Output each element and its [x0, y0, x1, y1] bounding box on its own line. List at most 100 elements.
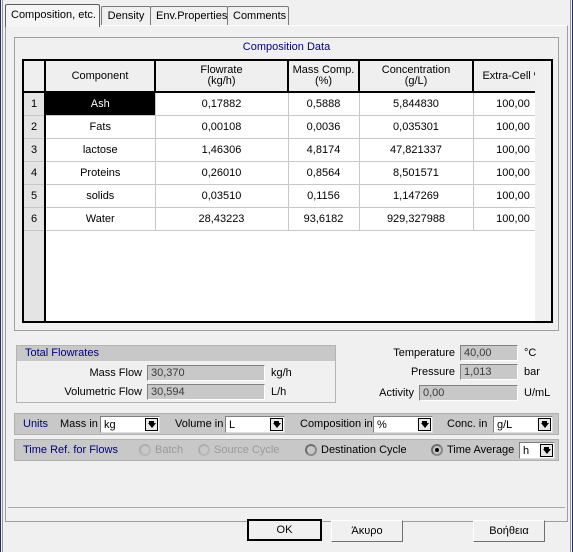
units-bar: Units Mass in kg Volume in L Composition… — [14, 413, 559, 435]
chevron-down-icon[interactable] — [418, 418, 431, 431]
tab-env-properties[interactable]: Env.Properties — [150, 6, 228, 26]
temperature-row: Temperature 40,00 °C — [370, 345, 560, 361]
cell-empty[interactable] — [288, 276, 359, 299]
cell-mass-comp[interactable]: 0,8564 — [288, 161, 360, 185]
cell-empty[interactable] — [359, 253, 473, 276]
composition-table: Component Flowrate (kg/h) Mass Comp. (%)… — [24, 61, 551, 321]
table-row[interactable]: 5 solids 0,03510 0,1156 1,147269 100,00 — [24, 184, 551, 208]
row-number[interactable]: 4 — [24, 161, 46, 185]
chevron-down-icon[interactable] — [538, 418, 551, 431]
row-number[interactable]: 5 — [24, 184, 46, 208]
volume-unit-select[interactable]: L — [225, 416, 285, 433]
column-header-concentration[interactable]: Concentration (g/L) — [359, 61, 474, 93]
table-row[interactable]: 2 Fats 0,00108 0,0036 0,035301 100,00 — [24, 115, 551, 139]
chevron-down-icon[interactable] — [270, 418, 283, 431]
column-header-flowrate[interactable]: Flowrate (kg/h) — [155, 61, 289, 93]
table-vertical-scrollbar[interactable] — [535, 61, 551, 321]
cell-empty[interactable] — [288, 230, 359, 253]
cancel-button[interactable]: Άκυρο — [331, 520, 403, 542]
chevron-down-icon[interactable] — [540, 444, 553, 457]
row-number[interactable]: 2 — [24, 115, 46, 139]
cell-concentration[interactable]: 8,501571 — [359, 161, 474, 185]
cell-component[interactable]: lactose — [45, 138, 156, 162]
time-ref-bar: Time Ref. for Flows Batch Source Cycle D… — [14, 439, 559, 461]
cell-mass-comp[interactable]: 0,5888 — [288, 92, 360, 116]
chevron-down-icon[interactable] — [145, 418, 158, 431]
cell-mass-comp[interactable]: 0,1156 — [288, 184, 360, 208]
cell-concentration[interactable]: 929,327988 — [359, 207, 474, 231]
radio-destination-cycle[interactable] — [305, 444, 317, 456]
row-number-empty[interactable] — [24, 253, 46, 276]
pressure-row: Pressure 1,013 bar — [370, 364, 560, 380]
cell-empty[interactable] — [45, 276, 155, 299]
cell-flowrate[interactable]: 0,17882 — [155, 92, 289, 116]
row-number[interactable]: 6 — [24, 207, 46, 231]
composition-unit-value: % — [377, 419, 387, 431]
cell-mass-comp[interactable]: 0,0036 — [288, 115, 360, 139]
cell-concentration[interactable]: 47,821337 — [359, 138, 474, 162]
column-header-component[interactable]: Component — [45, 61, 156, 93]
tab-composition[interactable]: Composition, etc. — [5, 4, 100, 27]
column-header-mass-comp[interactable]: Mass Comp. (%) — [288, 61, 360, 93]
cell-empty[interactable] — [155, 299, 288, 321]
mass-unit-select[interactable]: kg — [100, 416, 160, 433]
cell-component[interactable]: Proteins — [45, 161, 156, 185]
cell-mass-comp[interactable]: 93,6182 — [288, 207, 360, 231]
cell-concentration[interactable]: 1,147269 — [359, 184, 474, 208]
mass-flow-row: Mass Flow 30,370 kg/h — [17, 365, 337, 381]
cell-component[interactable]: solids — [45, 184, 156, 208]
activity-unit: U/mL — [524, 387, 551, 399]
cell-component[interactable]: Water — [45, 207, 156, 231]
time-average-unit-select[interactable]: h — [519, 442, 555, 459]
cell-flowrate[interactable]: 28,43223 — [155, 207, 289, 231]
cell-empty[interactable] — [45, 299, 155, 321]
cell-empty[interactable] — [288, 253, 359, 276]
cell-empty[interactable] — [359, 276, 473, 299]
radio-time-average[interactable] — [431, 444, 443, 456]
table-row[interactable]: 4 Proteins 0,26010 0,8564 8,501571 100,00 — [24, 161, 551, 185]
conc-unit-select[interactable]: g/L — [493, 416, 553, 433]
cell-empty[interactable] — [288, 299, 359, 321]
cell-empty[interactable] — [45, 253, 155, 276]
radio-time-average-label[interactable]: Time Average — [447, 440, 514, 460]
cell-flowrate[interactable]: 0,03510 — [155, 184, 289, 208]
row-number-empty[interactable] — [24, 276, 46, 299]
table-empty-row[interactable] — [24, 230, 551, 253]
cell-component[interactable]: Ash — [45, 92, 156, 116]
table-empty-row[interactable] — [24, 276, 551, 299]
table-empty-row[interactable] — [24, 299, 551, 321]
help-button[interactable]: Βοήθεια — [473, 520, 545, 542]
tab-density[interactable]: Density — [101, 6, 151, 26]
cell-flowrate[interactable]: 0,26010 — [155, 161, 289, 185]
mass-unit-value: kg — [104, 419, 116, 431]
cell-empty[interactable] — [359, 230, 473, 253]
row-number-empty[interactable] — [24, 299, 46, 321]
table-row[interactable]: 6 Water 28,43223 93,6182 929,327988 100,00 — [24, 207, 551, 231]
table-row[interactable]: 1 Ash 0,17882 0,5888 5,844830 100,00 — [24, 92, 551, 116]
row-number-empty[interactable] — [24, 230, 46, 253]
radio-destination-cycle-label[interactable]: Destination Cycle — [321, 440, 407, 460]
ok-button[interactable]: OK — [247, 519, 322, 541]
table-row[interactable]: 3 lactose 1,46306 4,8174 47,821337 100,00 — [24, 138, 551, 162]
cell-empty[interactable] — [45, 230, 155, 253]
cell-concentration[interactable]: 5,844830 — [359, 92, 474, 116]
row-number[interactable]: 3 — [24, 138, 46, 162]
cell-component[interactable]: Fats — [45, 115, 156, 139]
cell-flowrate[interactable]: 1,46306 — [155, 138, 289, 162]
row-number[interactable]: 1 — [24, 92, 46, 116]
cell-flowrate[interactable]: 0,00108 — [155, 115, 289, 139]
cell-empty[interactable] — [359, 299, 473, 321]
cell-empty[interactable] — [155, 230, 288, 253]
tab-comments[interactable]: Comments — [227, 6, 289, 26]
cell-mass-comp[interactable]: 4,8174 — [288, 138, 360, 162]
cell-concentration[interactable]: 0,035301 — [359, 115, 474, 139]
composition-table-container[interactable]: Component Flowrate (kg/h) Mass Comp. (%)… — [22, 59, 553, 323]
column-header-rownum[interactable] — [24, 61, 46, 93]
pressure-unit: bar — [524, 366, 540, 378]
cell-empty[interactable] — [155, 276, 288, 299]
volumetric-flow-value: 30,594 — [147, 384, 265, 400]
table-empty-row[interactable] — [24, 253, 551, 276]
cell-empty[interactable] — [155, 253, 288, 276]
composition-unit-select[interactable]: % — [373, 416, 433, 433]
conc-unit-label: Conc. in — [447, 418, 488, 430]
